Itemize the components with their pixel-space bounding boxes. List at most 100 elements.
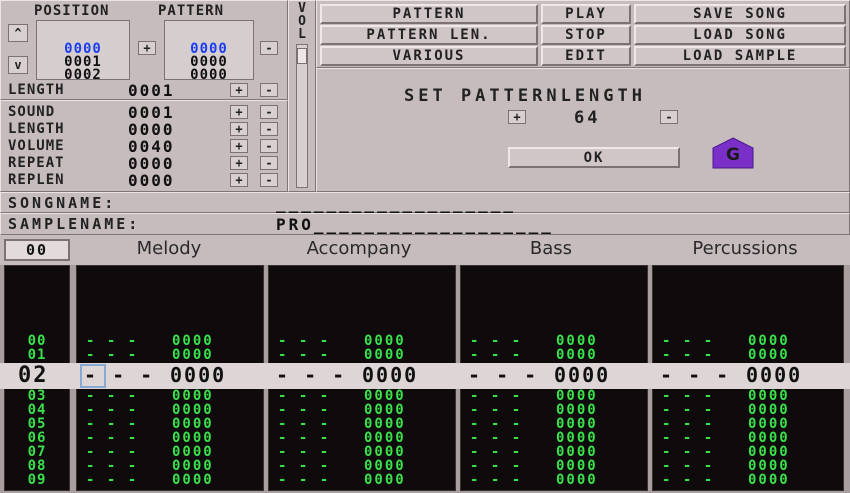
sample-length-minus-button[interactable]: - <box>260 122 278 136</box>
note-cell[interactable]: - - - <box>278 473 330 487</box>
effect-cell[interactable]: 0000 <box>748 389 790 403</box>
effect-cell[interactable]: 0000 <box>364 389 406 403</box>
effect-cell[interactable]: 0000 <box>556 389 598 403</box>
effect-cell[interactable]: 0000 <box>748 445 790 459</box>
effect-cell[interactable]: 0000 <box>364 445 406 459</box>
pattern-len-button[interactable]: PATTERN LEN. <box>320 25 538 45</box>
ok-button[interactable]: OK <box>508 147 680 168</box>
effect-cell[interactable]: 0000 <box>172 473 214 487</box>
effect-cell[interactable]: 0000 <box>748 417 790 431</box>
note-cell[interactable]: - - - <box>662 389 714 403</box>
effect-cell[interactable]: 0000 <box>364 431 406 445</box>
save-song-button[interactable]: SAVE SONG <box>634 4 846 24</box>
effect-cell[interactable]: 0000 <box>748 403 790 417</box>
pattern-plus-button[interactable]: + <box>138 41 156 55</box>
effect-cell[interactable]: 0000 <box>364 417 406 431</box>
note-cell[interactable]: - - - <box>470 473 522 487</box>
load-song-button[interactable]: LOAD SONG <box>634 25 846 45</box>
current-note-cell[interactable]: - - - <box>84 363 154 387</box>
effect-cell[interactable]: 0000 <box>364 334 406 348</box>
effect-cell[interactable]: 0000 <box>748 431 790 445</box>
note-cell[interactable]: - - - <box>470 389 522 403</box>
effect-cell[interactable]: 0000 <box>172 431 214 445</box>
volume-slider-track[interactable] <box>296 44 308 188</box>
volume-slider-handle[interactable] <box>297 48 307 64</box>
effect-cell[interactable]: 0000 <box>748 459 790 473</box>
note-cell[interactable]: - - - <box>662 431 714 445</box>
effect-cell[interactable]: 0000 <box>172 445 214 459</box>
effect-cell[interactable]: 0000 <box>172 334 214 348</box>
note-cell[interactable]: - - - <box>470 459 522 473</box>
effect-cell[interactable]: 0000 <box>364 348 406 362</box>
sound-plus-button[interactable]: + <box>230 105 248 119</box>
note-cell[interactable]: - - - <box>662 459 714 473</box>
effect-cell[interactable]: 0000 <box>748 334 790 348</box>
repeat-plus-button[interactable]: + <box>230 156 248 170</box>
note-cell[interactable]: - - - <box>662 348 714 362</box>
effect-cell[interactable]: 0000 <box>364 403 406 417</box>
note-cell[interactable]: - - - <box>470 403 522 417</box>
note-cell[interactable]: - - - <box>470 417 522 431</box>
effect-cell[interactable]: 0000 <box>364 459 406 473</box>
effect-cell[interactable]: 0000 <box>172 403 214 417</box>
effect-cell[interactable]: 0000 <box>748 348 790 362</box>
note-cell[interactable]: - - - <box>278 389 330 403</box>
note-cell[interactable]: - - - <box>86 389 138 403</box>
effect-cell[interactable]: 0000 <box>556 459 598 473</box>
effect-cell[interactable]: 0000 <box>556 348 598 362</box>
play-button[interactable]: PLAY <box>541 4 631 24</box>
sound-minus-button[interactable]: - <box>260 105 278 119</box>
note-cell[interactable]: - - - <box>86 334 138 348</box>
note-cell[interactable]: - - - <box>278 334 330 348</box>
length-minus-button[interactable]: - <box>260 83 278 97</box>
note-cell[interactable]: - - - <box>278 417 330 431</box>
songname-field[interactable]: ___________________ <box>276 194 516 213</box>
position-down-button[interactable]: v <box>8 56 28 74</box>
effect-cell[interactable]: 0000 <box>172 417 214 431</box>
effect-cell[interactable]: 0000 <box>556 473 598 487</box>
current-effect-cell[interactable]: 0000 <box>746 363 802 387</box>
effect-cell[interactable]: 0000 <box>748 473 790 487</box>
effect-cell[interactable]: 0000 <box>556 334 598 348</box>
note-cell[interactable]: - - - <box>86 431 138 445</box>
stop-button[interactable]: STOP <box>541 25 631 45</box>
effect-cell[interactable]: 0000 <box>556 417 598 431</box>
track-1-header[interactable]: Melody <box>76 238 262 259</box>
current-effect-cell[interactable]: 0000 <box>554 363 610 387</box>
current-note-cell[interactable]: - - - <box>276 363 346 387</box>
current-effect-cell[interactable]: 0000 <box>170 363 226 387</box>
various-button[interactable]: VARIOUS <box>320 46 538 66</box>
note-cell[interactable]: - - - <box>662 417 714 431</box>
pattern-button[interactable]: PATTERN <box>320 4 538 24</box>
replen-minus-button[interactable]: - <box>260 173 278 187</box>
note-cell[interactable]: - - - <box>662 445 714 459</box>
pattern-list-item[interactable]: 0000 <box>165 68 253 82</box>
current-note-cell[interactable]: - - - <box>660 363 730 387</box>
samplename-field[interactable]: PRO___________________ <box>276 215 554 234</box>
track-3-header[interactable]: Bass <box>458 238 644 259</box>
effect-cell[interactable]: 0000 <box>556 431 598 445</box>
position-list[interactable]: 0000 0001 0002 <box>36 20 130 82</box>
position-list-item[interactable]: 0002 <box>37 68 129 82</box>
note-cell[interactable]: - - - <box>86 445 138 459</box>
pattern-list[interactable]: 0000 0000 0000 <box>164 20 254 82</box>
dialog-minus-button[interactable]: - <box>660 110 678 124</box>
note-cell[interactable]: - - - <box>470 334 522 348</box>
note-cell[interactable]: - - - <box>470 431 522 445</box>
note-cell[interactable]: - - - <box>662 403 714 417</box>
effect-cell[interactable]: 0000 <box>172 389 214 403</box>
edit-button[interactable]: EDIT <box>541 46 631 66</box>
pattern-minus-button[interactable]: - <box>260 41 278 55</box>
volume-plus-button[interactable]: + <box>230 139 248 153</box>
note-cell[interactable]: - - - <box>86 403 138 417</box>
current-note-cell[interactable]: - - - <box>468 363 538 387</box>
length-plus-button[interactable]: + <box>230 83 248 97</box>
note-cell[interactable]: - - - <box>662 334 714 348</box>
note-cell[interactable]: - - - <box>278 459 330 473</box>
note-cell[interactable]: - - - <box>662 473 714 487</box>
note-cell[interactable]: - - - <box>86 417 138 431</box>
note-cell[interactable]: - - - <box>278 445 330 459</box>
repeat-minus-button[interactable]: - <box>260 156 278 170</box>
replen-plus-button[interactable]: + <box>230 173 248 187</box>
effect-cell[interactable]: 0000 <box>172 459 214 473</box>
